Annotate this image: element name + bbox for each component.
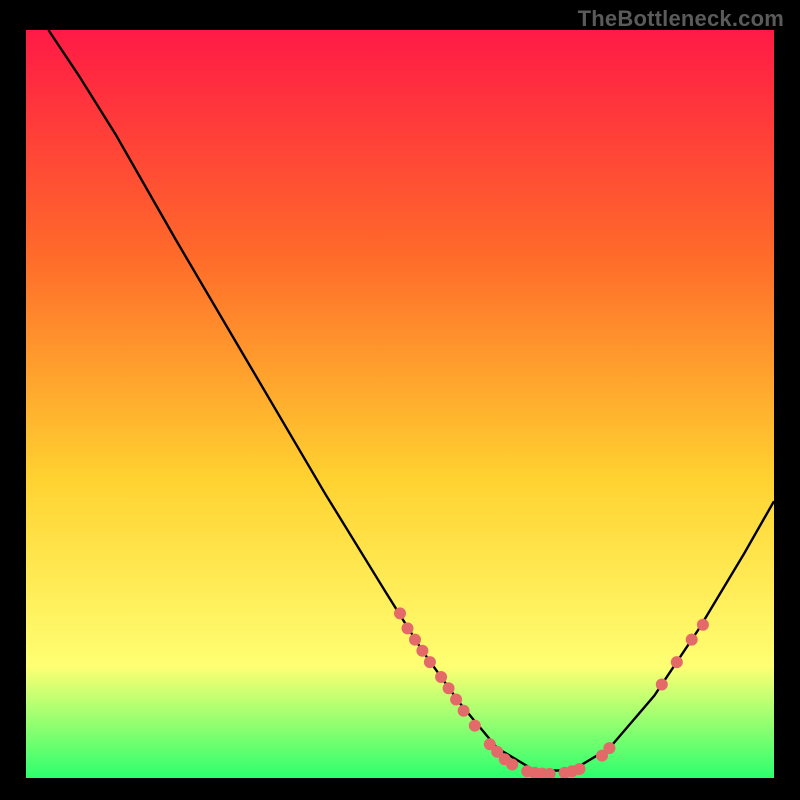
marker-dot	[671, 656, 683, 668]
marker-dot	[394, 607, 406, 619]
plot-area	[26, 30, 774, 778]
marker-dot	[603, 742, 615, 754]
marker-dot	[409, 634, 421, 646]
marker-dot	[506, 759, 518, 771]
gradient-background	[26, 30, 774, 778]
marker-dot	[686, 634, 698, 646]
marker-dot	[697, 619, 709, 631]
marker-dot	[424, 656, 436, 668]
marker-dot	[574, 763, 586, 775]
chart-container: TheBottleneck.com	[0, 0, 800, 800]
marker-dot	[469, 720, 481, 732]
marker-dot	[443, 682, 455, 694]
marker-dot	[402, 622, 414, 634]
marker-dot	[435, 671, 447, 683]
marker-dot	[458, 705, 470, 717]
marker-dot	[416, 645, 428, 657]
plot-svg	[26, 30, 774, 778]
marker-dot	[656, 679, 668, 691]
marker-dot	[450, 694, 462, 706]
watermark-label: TheBottleneck.com	[578, 6, 784, 32]
